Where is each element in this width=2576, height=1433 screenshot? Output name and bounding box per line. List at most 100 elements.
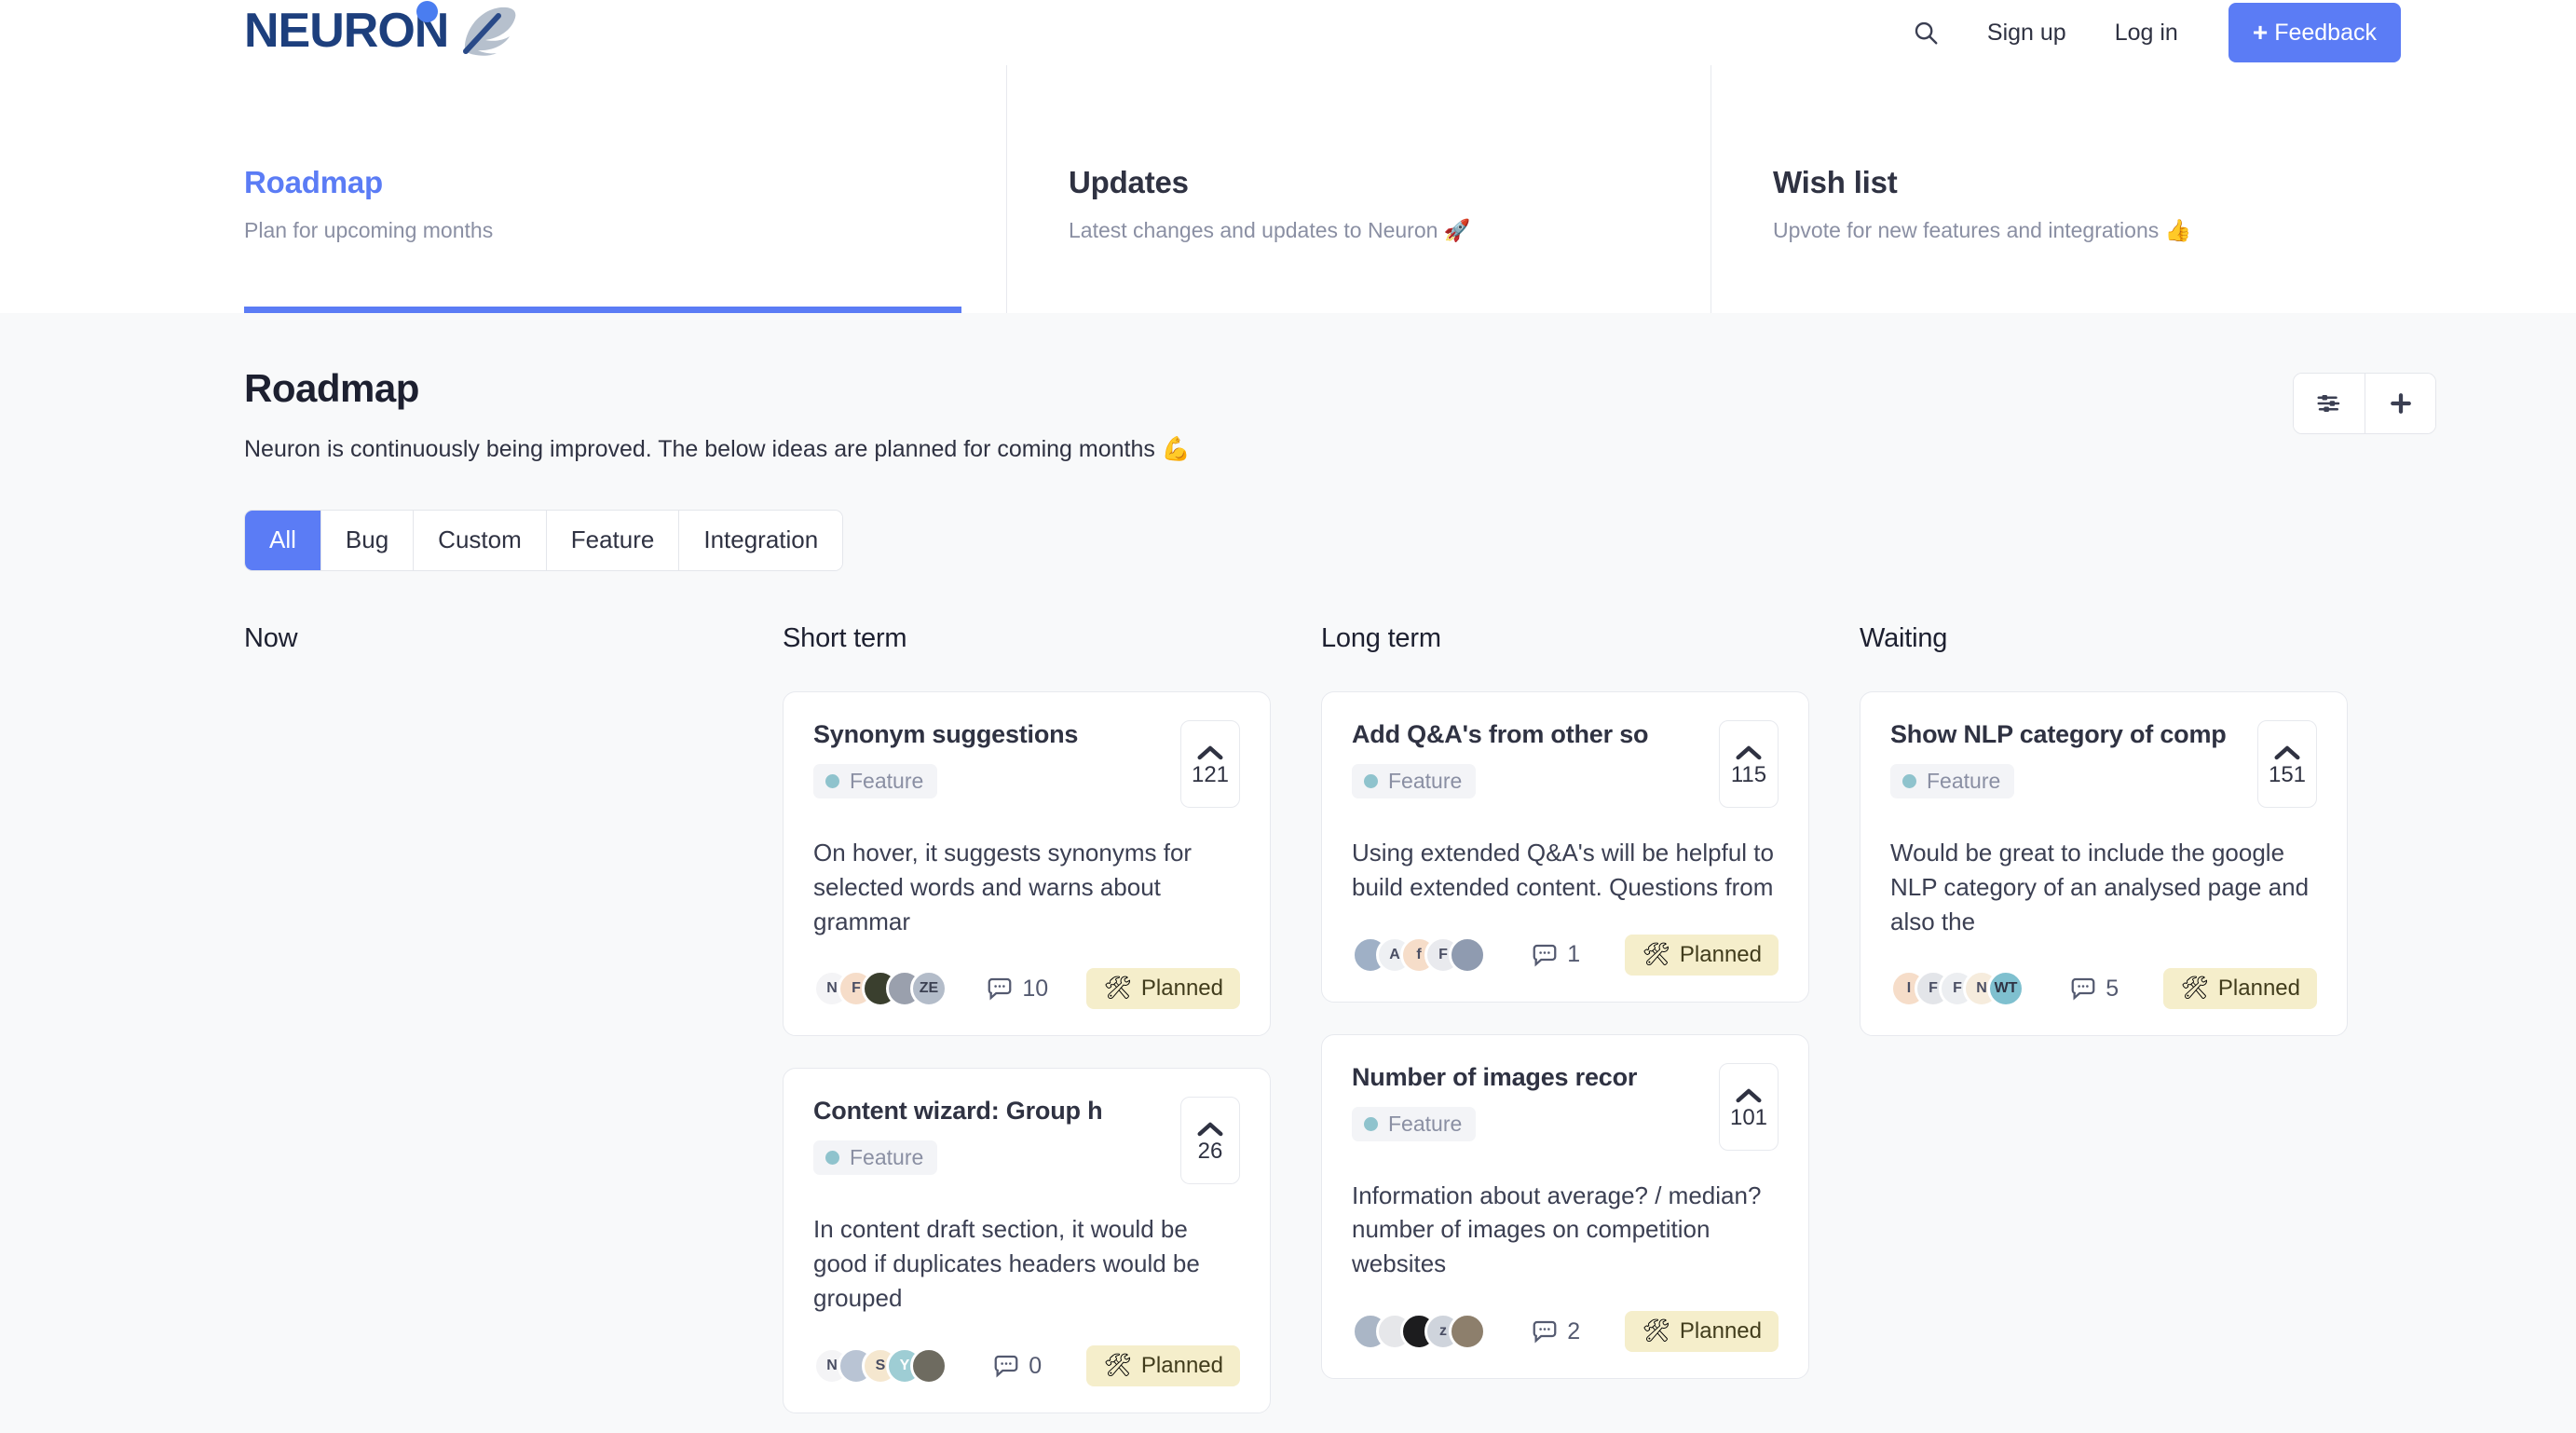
card-tag-label: Feature	[1388, 768, 1463, 793]
avatar-stack: I F F N WT	[1890, 970, 2024, 1008]
log-in-link[interactable]: Log in	[2091, 20, 2202, 47]
card-description: Information about average? / median? num…	[1352, 1181, 1762, 1278]
vote-count: 26	[1197, 1139, 1223, 1165]
card-header-left: Number of images recor Feature	[1352, 1063, 1719, 1141]
card-footer: N S Y 0 🛠 Planned	[813, 1345, 1240, 1387]
board-column: Short term Synonym suggestions Feature 121 O…	[783, 623, 1321, 1433]
comment-count: 5	[2106, 975, 2119, 1002]
roadmap-card[interactable]: Content wizard: Group h Feature 26 In conte…	[783, 1068, 1271, 1414]
sliders-icon	[2317, 395, 2340, 412]
card-footer: z 2 🛠 Planned	[1352, 1311, 1779, 1353]
top-bar: NEURON Sign up Log in + Feedback	[0, 0, 2576, 65]
hammer-and-wrench-icon: 🛠	[1642, 1318, 1670, 1344]
filter-feature[interactable]: Feature	[545, 510, 679, 570]
tag-dot-icon	[1902, 773, 1916, 788]
comment-count-group[interactable]: 10	[986, 976, 1048, 1002]
comment-icon	[994, 1356, 1018, 1378]
card-header: Add Q&A's from other so Feature 115	[1352, 719, 1779, 808]
upvote-button[interactable]: 26	[1180, 1097, 1240, 1185]
status-label: Planned	[1140, 976, 1223, 1002]
card-tag-label: Feature	[1388, 1111, 1463, 1136]
roadmap-card[interactable]: Show NLP category of comp Feature 151 Would…	[1860, 690, 2348, 1037]
board-column: Waiting Show NLP category of comp Feature 1…	[1860, 623, 2398, 1433]
upvote-button[interactable]: 101	[1719, 1062, 1779, 1151]
hammer-and-wrench-icon: 🛠	[1642, 941, 1670, 967]
tab-roadmap-subtitle: Plan for upcoming months	[244, 218, 494, 243]
card-description: On hover, it suggests synonyms for selec…	[813, 838, 1193, 935]
tag-dot-icon	[825, 1151, 839, 1166]
status-badge: 🛠 Planned	[1625, 934, 1779, 976]
page-description: Neuron is continuously being improved. T…	[244, 436, 1191, 463]
header-actions	[2293, 373, 2436, 434]
roadmap-card[interactable]: Add Q&A's from other so Feature 115 Using e…	[1321, 690, 1809, 1003]
card-description: In content draft section, it would be go…	[813, 1215, 1200, 1313]
comment-count-group[interactable]: 5	[2069, 976, 2119, 1002]
avatar-stack: AfF	[1352, 935, 1486, 974]
tab-roadmap[interactable]: Roadmap Plan for upcoming months	[244, 65, 1006, 313]
feedback-button[interactable]: + Feedback	[2228, 3, 2401, 62]
add-item-button[interactable]	[2365, 374, 2435, 433]
filter-settings-button[interactable]	[2294, 374, 2365, 433]
card-tag: Feature	[1352, 1106, 1477, 1141]
card-footer: N F ZE 10 🛠 Planned	[813, 968, 1240, 1010]
active-tab-underline	[244, 307, 961, 313]
vote-count: 115	[1730, 761, 1767, 787]
card-header: Show NLP category of comp Feature 151	[1890, 719, 2317, 808]
comment-icon	[1533, 1321, 1557, 1344]
vote-count: 101	[1729, 1104, 1768, 1130]
tag-dot-icon	[1364, 1116, 1378, 1131]
column-title: Now	[244, 622, 298, 653]
card-tag: Feature	[813, 763, 938, 798]
filter-all[interactable]: All	[245, 510, 320, 570]
tag-dot-icon	[825, 773, 839, 788]
comment-count-group[interactable]: 1	[1531, 942, 1580, 968]
card-tag-label: Feature	[1927, 768, 2001, 793]
status-label: Planned	[1679, 1318, 1762, 1344]
tab-roadmap-title: Roadmap	[244, 165, 383, 199]
logo-dot	[416, 1, 438, 22]
chevron-up-icon	[1736, 1088, 1762, 1102]
tab-updates-title: Updates	[1069, 165, 1189, 199]
filter-bug[interactable]: Bug	[320, 510, 414, 570]
vote-count: 151	[2268, 761, 2307, 787]
chevron-up-icon	[2274, 745, 2300, 759]
filter-custom[interactable]: Custom	[413, 510, 546, 570]
comment-icon	[2071, 978, 2095, 1001]
comment-count-group[interactable]: 2	[1531, 1318, 1580, 1344]
board-column: Now	[244, 623, 783, 1433]
card-footer: Af F 1 🛠 Planned	[1352, 934, 1779, 976]
tab-wish-list-subtitle: Upvote for new features and integrations…	[1773, 218, 2192, 243]
avatar-stack: z	[1352, 1313, 1486, 1351]
card-description: Using extended Q&A's will be helpful to …	[1352, 838, 1774, 901]
filter-integration[interactable]: Integration	[678, 510, 843, 570]
card-title: Number of images recor	[1352, 1062, 1638, 1091]
card-tag-label: Feature	[850, 1145, 924, 1170]
comment-count-group[interactable]: 0	[992, 1353, 1042, 1379]
comment-icon	[988, 978, 1012, 1001]
board-column: Long term Add Q&A's from other so Feature 1…	[1321, 623, 1860, 1433]
page-header: Roadmap Neuron is continuously being imp…	[244, 313, 2436, 465]
card-header-left: Synonym suggestions Feature	[813, 720, 1180, 798]
feedback-button-label: Feedback	[2274, 19, 2377, 46]
sign-up-link[interactable]: Sign up	[1963, 20, 2091, 47]
card-description: Would be great to include the google NLP…	[1890, 838, 2310, 935]
hammer-and-wrench-icon: 🛠	[1103, 1353, 1132, 1379]
roadmap-card[interactable]: Synonym suggestions Feature 121 On hover, i…	[783, 690, 1271, 1037]
comment-count: 1	[1567, 941, 1581, 967]
card-tag: Feature	[813, 1140, 938, 1176]
brand-logo[interactable]: NEURON	[244, 0, 519, 63]
roadmap-card[interactable]: Number of images recor Feature 101 Informat…	[1321, 1033, 1809, 1380]
tab-wish-list[interactable]: Wish list Upvote for new features and in…	[1711, 65, 2436, 313]
upvote-button[interactable]: 121	[1180, 719, 1240, 808]
search-icon[interactable]	[1907, 14, 1944, 51]
page-title: Roadmap	[244, 366, 419, 410]
tag-dot-icon	[1364, 773, 1378, 788]
card-header-left: Content wizard: Group h Feature	[813, 1097, 1180, 1176]
hammer-and-wrench-icon: 🛠	[1103, 976, 1132, 1002]
section-tabs: Roadmap Plan for upcoming months Updates…	[0, 65, 2576, 313]
tab-updates[interactable]: Updates Latest changes and updates to Ne…	[1006, 65, 1711, 313]
upvote-button[interactable]: 115	[1719, 719, 1779, 808]
chevron-up-icon	[1197, 745, 1223, 759]
chevron-up-icon	[1736, 745, 1762, 759]
upvote-button[interactable]: 151	[2257, 719, 2317, 808]
